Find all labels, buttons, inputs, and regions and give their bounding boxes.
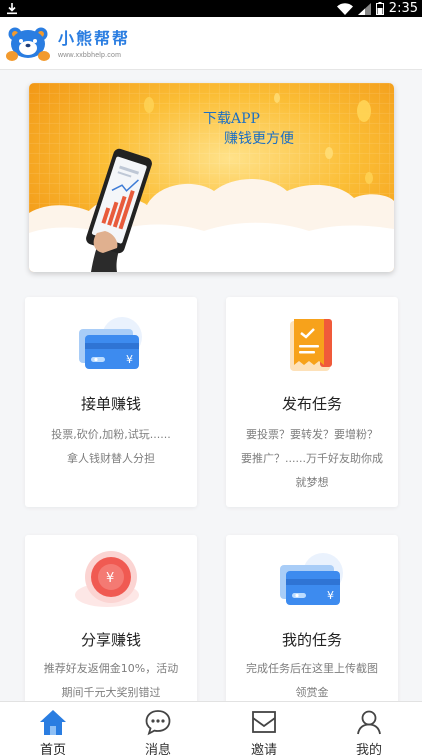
nav-label: 邀请 <box>250 743 277 755</box>
card-title: 我的任务 <box>281 631 342 649</box>
card-desc-line: 要推广？......万千好友助你成 <box>241 452 383 465</box>
invite-icon <box>250 708 278 740</box>
nav-label: 我的 <box>355 743 382 755</box>
card-desc-line: 就梦想 <box>295 476 329 489</box>
card-desc-line: 要投票？要转发？要增粉？ <box>246 428 378 441</box>
wifi-icon <box>336 2 353 15</box>
download-icon <box>6 2 18 15</box>
brand-url: www.xxbbhelp.com <box>58 52 122 59</box>
user-icon <box>355 708 383 740</box>
svg-text:¥: ¥ <box>327 589 334 602</box>
promo-banner[interactable]: 下载APP 赚钱更方便 <box>29 83 394 272</box>
banner-line-2: 赚钱更方便 <box>224 131 294 147</box>
card-desc: 完成任务后在这里上传截图 领赏金 <box>238 657 386 705</box>
clock: 2:35 <box>388 1 418 16</box>
card-desc: 投票,砍价,加粉,试玩...... 拿人钱财替人分担 <box>37 423 185 471</box>
share-earn-card[interactable]: ¥ 分享赚钱 推荐好友返佣金10%，活动 期间千元大奖别错过 <box>25 535 197 715</box>
card-title: 接单赚钱 <box>80 395 141 413</box>
card-title: 分享赚钱 <box>80 631 141 649</box>
app-header: 小熊帮帮 www.xxbbhelp.com <box>0 17 422 70</box>
receipt-icon <box>282 315 342 381</box>
nav-invite[interactable]: 邀请 <box>211 702 317 755</box>
card-desc: 要投票？要转发？要增粉？ 要推广？......万千好友助你成 就梦想 <box>238 423 386 495</box>
svg-text:¥: ¥ <box>106 571 114 586</box>
status-bar: 2:35 <box>0 0 422 17</box>
coin-icon: ¥ <box>69 547 153 617</box>
take-orders-card[interactable]: ¥ 接单赚钱 投票,砍价,加粉,试玩...... 拿人钱财替人分担 <box>25 297 197 507</box>
svg-text:¥: ¥ <box>126 353 133 366</box>
nav-messages[interactable]: 消息 <box>105 702 211 755</box>
banner-line-1: 下载APP <box>203 111 260 127</box>
card-desc-line: 投票,砍价,加粉,试玩...... <box>51 428 171 441</box>
bear-logo-icon <box>6 26 50 62</box>
signal-icon <box>357 2 371 15</box>
bank-card-icon: ¥ <box>74 317 148 381</box>
nav-profile[interactable]: 我的 <box>316 702 422 755</box>
nav-label: 消息 <box>144 743 171 755</box>
brand-name: 小熊帮帮 <box>58 29 131 48</box>
bank-card-icon: ¥ <box>275 553 349 617</box>
home-icon <box>38 708 68 740</box>
bottom-nav: 首页 消息 邀请 我的 <box>0 701 422 755</box>
publish-task-card[interactable]: 发布任务 要投票？要转发？要增粉？ 要推广？......万千好友助你成 就梦想 <box>226 297 398 507</box>
card-desc: 推荐好友返佣金10%，活动 期间千元大奖别错过 <box>37 657 185 705</box>
battery-icon <box>375 2 384 15</box>
card-desc-line: 推荐好友返佣金10%，活动 <box>43 662 179 675</box>
message-icon <box>144 708 172 740</box>
brand: 小熊帮帮 www.xxbbhelp.com <box>58 30 130 60</box>
card-desc-line: 拿人钱财替人分担 <box>67 452 155 465</box>
card-title: 发布任务 <box>281 395 342 413</box>
nav-home[interactable]: 首页 <box>0 702 106 755</box>
my-tasks-card[interactable]: ¥ 我的任务 完成任务后在这里上传截图 领赏金 <box>226 535 398 715</box>
nav-label: 首页 <box>39 743 66 755</box>
card-desc-line: 完成任务后在这里上传截图 <box>246 662 378 675</box>
